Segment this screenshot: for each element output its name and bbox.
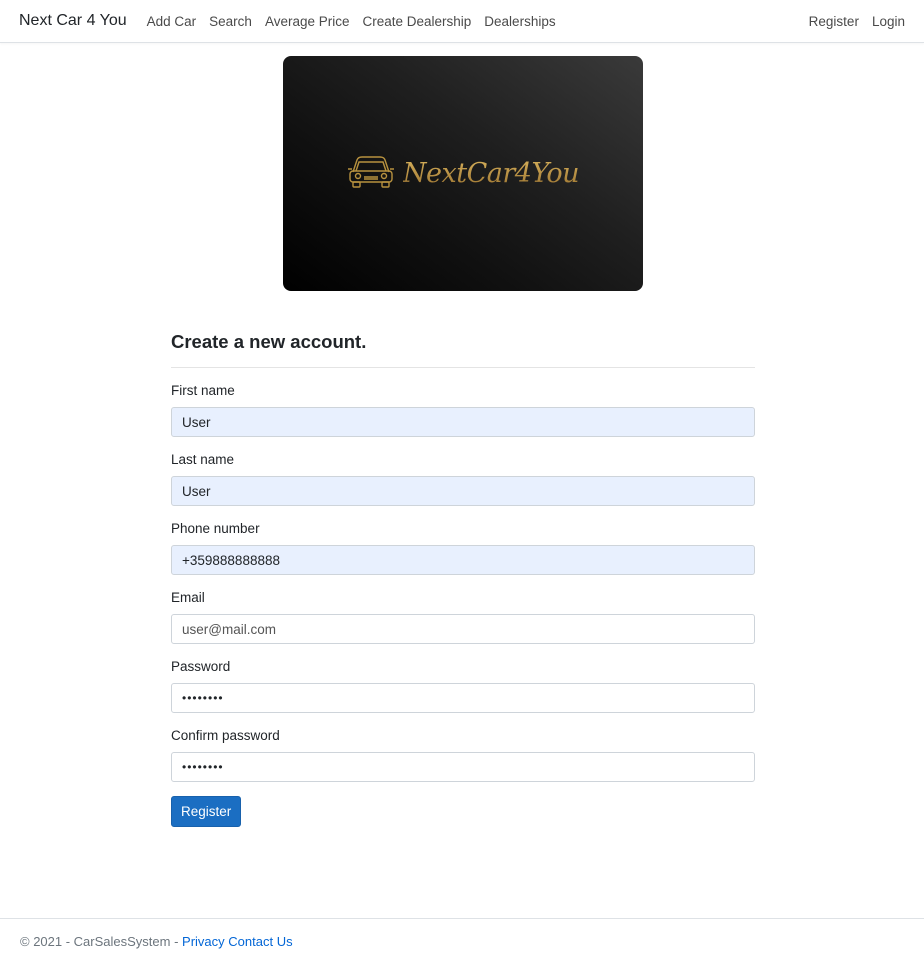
first-name-input[interactable]: User xyxy=(171,407,755,437)
first-name-group: First name User xyxy=(171,382,755,437)
car-icon xyxy=(347,152,395,195)
site-banner: NextCar4You xyxy=(283,56,643,291)
phone-label: Phone number xyxy=(171,521,260,536)
confirm-password-input[interactable]: •••••••• xyxy=(171,752,755,782)
banner-logo-text: NextCar4You xyxy=(402,158,580,189)
phone-group: Phone number +359888888888 xyxy=(171,520,755,575)
nav-average-price[interactable]: Average Price xyxy=(265,14,350,29)
divider xyxy=(171,367,755,368)
last-name-input[interactable]: User xyxy=(171,476,755,506)
email-input[interactable]: user@mail.com xyxy=(171,614,755,644)
copyright-text: © 2021 - CarSalesSystem - xyxy=(20,934,183,949)
register-button[interactable]: Register xyxy=(171,796,242,827)
nav-dealerships[interactable]: Dealerships xyxy=(484,14,555,29)
nav-register[interactable]: Register xyxy=(809,14,859,29)
contact-link[interactable]: Contact Us xyxy=(228,934,292,949)
last-name-group: Last name User xyxy=(171,451,755,506)
banner-logo: NextCar4You xyxy=(347,152,580,195)
first-name-label: First name xyxy=(171,383,235,398)
last-name-label: Last name xyxy=(171,452,235,467)
password-group: Password •••••••• xyxy=(171,658,755,713)
nav-search[interactable]: Search xyxy=(209,14,252,29)
form-title: Create a new account. xyxy=(171,331,367,352)
nav-login[interactable]: Login xyxy=(872,14,905,29)
confirm-password-group: Confirm password •••••••• xyxy=(171,727,755,782)
nav-create-dealership[interactable]: Create Dealership xyxy=(362,14,471,29)
phone-input[interactable]: +359888888888 xyxy=(171,545,755,575)
email-label: Email xyxy=(171,590,205,605)
page-footer: © 2021 - CarSalesSystem - Privacy Contac… xyxy=(0,918,924,964)
register-form: Create a new account. First name User La… xyxy=(171,330,755,827)
email-group: Email user@mail.com xyxy=(171,589,755,644)
top-navbar: Next Car 4 You Add Car Search Average Pr… xyxy=(0,0,924,43)
brand-link[interactable]: Next Car 4 You xyxy=(19,12,127,30)
nav-account-links: Register Login xyxy=(796,14,905,29)
confirm-password-label: Confirm password xyxy=(171,728,280,743)
nav-add-car[interactable]: Add Car xyxy=(147,14,197,29)
password-label: Password xyxy=(171,659,231,674)
password-input[interactable]: •••••••• xyxy=(171,683,755,713)
privacy-link[interactable]: Privacy xyxy=(182,934,225,949)
